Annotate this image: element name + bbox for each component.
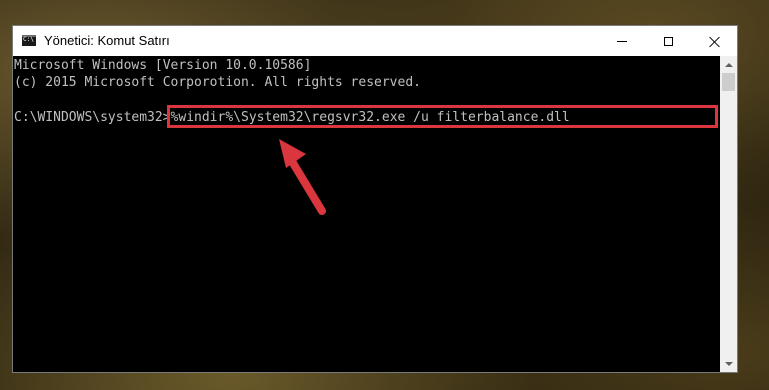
pointer-arrow-icon (279, 139, 326, 215)
